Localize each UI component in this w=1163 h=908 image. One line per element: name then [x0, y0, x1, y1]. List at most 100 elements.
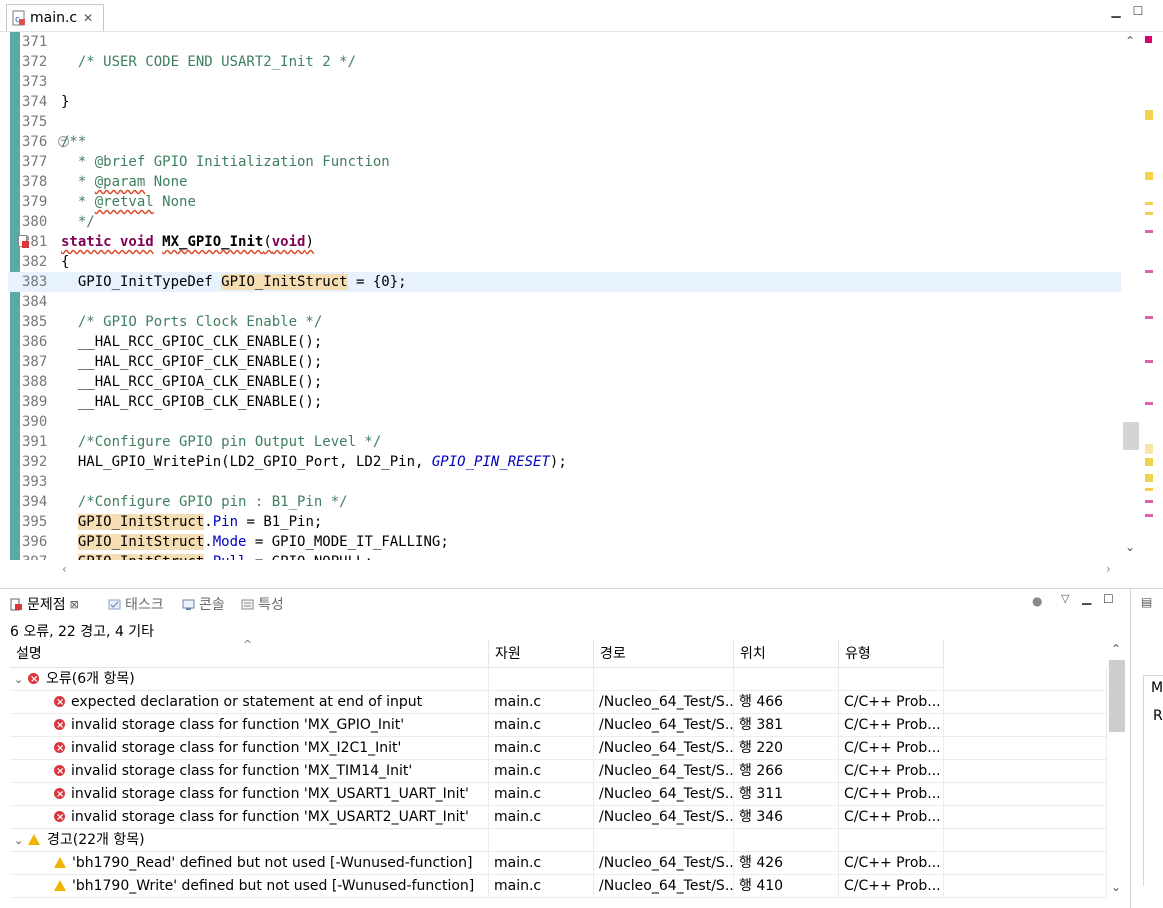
code-line[interactable]: 391 /*Configure GPIO pin Output Level */	[8, 432, 1121, 452]
problem-loc-cell: 행 426	[734, 852, 839, 875]
code-line[interactable]: 383 GPIO_InitTypeDef GPIO_InitStruct = {…	[8, 272, 1121, 292]
code-line[interactable]: 386 __HAL_RCC_GPIOC_CLK_ENABLE();	[8, 332, 1121, 352]
chevron-down-icon[interactable]: ⌄	[14, 668, 28, 690]
code-area[interactable]: 371 372 /* USER CODE END USART2_Init 2 */…	[8, 32, 1121, 560]
code-line[interactable]: 377 * @brief GPIO Initialization Functio…	[8, 152, 1121, 172]
overview-ruler[interactable]	[1141, 32, 1155, 558]
filter-icon[interactable]: ●	[1032, 594, 1042, 608]
code-line[interactable]: 394 /*Configure GPIO pin : B1_Pin */	[8, 492, 1121, 512]
code-line[interactable]: 372 /* USER CODE END USART2_Init 2 */	[8, 52, 1121, 72]
chevron-down-icon[interactable]: ⌄	[14, 829, 28, 851]
editor-horizontal-scrollbar[interactable]: ‹ ›	[60, 561, 1121, 581]
close-tab-icon[interactable]: ⊠	[70, 598, 79, 611]
tab-tasks[interactable]: 태스크	[108, 595, 164, 613]
overview-occurrence-marker[interactable]	[1145, 270, 1153, 273]
overview-warning-marker[interactable]	[1145, 488, 1153, 491]
code-token: Pin	[212, 514, 239, 530]
problem-row[interactable]: invalid storage class for function 'MX_I…	[10, 737, 1107, 760]
problem-description-cell: expected declaration or statement at end…	[10, 691, 489, 714]
overview-warning-marker[interactable]	[1145, 202, 1153, 205]
scroll-up-icon[interactable]: ⌃	[1125, 34, 1135, 48]
problem-loc-cell: 행 410	[734, 875, 839, 898]
scroll-down-icon[interactable]: ⌄	[1111, 880, 1121, 894]
overview-warning-marker[interactable]	[1145, 172, 1153, 180]
problem-group-warning[interactable]: ⌄ 경고(22개 항목)	[10, 829, 1107, 852]
empty-cell	[944, 691, 1107, 714]
problem-row[interactable]: expected declaration or statement at end…	[10, 691, 1107, 714]
column-header-path[interactable]: 경로	[594, 640, 734, 668]
overview-occurrence-marker[interactable]	[1145, 500, 1153, 503]
code-line[interactable]: 371	[8, 32, 1121, 52]
code-line[interactable]: 375	[8, 112, 1121, 132]
scroll-thumb[interactable]	[1109, 660, 1125, 732]
problem-description-cell: 'bh1790_Write' defined but not used [-Wu…	[10, 875, 489, 898]
code-line[interactable]: 374}	[8, 92, 1121, 112]
problem-row[interactable]: invalid storage class for function 'MX_G…	[10, 714, 1107, 737]
problems-vertical-scrollbar[interactable]: ⌃ ⌄	[1107, 640, 1127, 900]
scroll-thumb[interactable]	[1123, 422, 1139, 450]
scroll-right-icon[interactable]: ›	[1106, 562, 1111, 576]
overview-occurrence-marker[interactable]	[1145, 230, 1153, 233]
scroll-up-icon[interactable]: ⌃	[1111, 642, 1121, 656]
problem-group-error[interactable]: ⌄ 오류(6개 항목)	[10, 668, 1107, 691]
code-token: */	[61, 214, 95, 230]
problem-row[interactable]: invalid storage class for function 'MX_U…	[10, 783, 1107, 806]
code-line[interactable]: 397 GPIO_InitStruct.Pull = GPIO_NOPULL;	[8, 552, 1121, 560]
code-line[interactable]: 384	[8, 292, 1121, 312]
problem-row[interactable]: invalid storage class for function 'MX_U…	[10, 806, 1107, 829]
overview-warning-marker[interactable]	[1145, 474, 1153, 482]
code-line[interactable]: 389 __HAL_RCC_GPIOB_CLK_ENABLE();	[8, 392, 1121, 412]
overview-warning-marker[interactable]	[1145, 110, 1153, 120]
code-line[interactable]: 392 HAL_GPIO_WritePin(LD2_GPIO_Port, LD2…	[8, 452, 1121, 472]
problem-row[interactable]: 'bh1790_Write' defined but not used [-Wu…	[10, 875, 1107, 898]
error-icon	[54, 760, 65, 782]
editor-tab-main-c[interactable]: c main.c ✕	[6, 4, 104, 31]
code-line[interactable]: 382 {	[8, 252, 1121, 272]
problem-row[interactable]: 'bh1790_Read' defined but not used [-Wun…	[10, 852, 1107, 875]
close-tab-icon[interactable]: ✕	[83, 11, 93, 25]
column-header-location[interactable]: 위치	[734, 640, 839, 668]
tab-properties[interactable]: 특성	[241, 595, 284, 613]
code-line[interactable]: 393	[8, 472, 1121, 492]
overview-warning-marker[interactable]	[1145, 458, 1153, 466]
overview-occurrence-marker[interactable]	[1145, 514, 1153, 517]
code-line[interactable]: 385 /* GPIO Ports Clock Enable */	[8, 312, 1121, 332]
outline-icon[interactable]: ▤	[1141, 595, 1152, 609]
scroll-down-icon[interactable]: ⌄	[1125, 540, 1135, 554]
code-line[interactable]: 387 __HAL_RCC_GPIOF_CLK_ENABLE();	[8, 352, 1121, 372]
code-line[interactable]: 381 static void MX_GPIO_Init(void)	[8, 232, 1121, 252]
tab-console[interactable]: 콘솔	[182, 595, 225, 613]
tab-label: 콘솔	[199, 597, 225, 613]
code-line[interactable]: 390	[8, 412, 1121, 432]
overview-error-marker[interactable]	[1145, 36, 1152, 43]
column-header-type[interactable]: 유형	[839, 640, 944, 668]
overview-warning-marker[interactable]	[1145, 212, 1153, 215]
code-line[interactable]: 395 GPIO_InitStruct.Pin = B1_Pin;	[8, 512, 1121, 532]
code-line[interactable]: 380 */	[8, 212, 1121, 232]
code-line[interactable]: 376−/**	[8, 132, 1121, 152]
minimize-icon[interactable]: ▁	[1082, 591, 1091, 605]
code-line[interactable]: 396 GPIO_InitStruct.Mode = GPIO_MODE_IT_…	[8, 532, 1121, 552]
code-line[interactable]: 378 * @param None	[8, 172, 1121, 192]
maximize-icon[interactable]: ☐	[1103, 592, 1114, 606]
view-menu-icon[interactable]: ▽	[1061, 592, 1069, 605]
editor-vertical-scrollbar[interactable]: ⌃ ⌄	[1121, 32, 1141, 558]
code-line[interactable]: 373	[8, 72, 1121, 92]
overview-occurrence-marker[interactable]	[1145, 402, 1153, 405]
minimize-icon[interactable]: ▁	[1108, 4, 1124, 18]
line-number: 394	[22, 494, 48, 510]
overview-occurrence-marker[interactable]	[1145, 316, 1153, 319]
tab-problems[interactable]: 문제점 ⊠	[10, 595, 79, 613]
maximize-icon[interactable]: ☐	[1130, 4, 1146, 18]
overview-occurrence-marker[interactable]	[1145, 360, 1153, 363]
scroll-left-icon[interactable]: ‹	[62, 562, 67, 576]
code-line[interactable]: 379 * @retval None	[8, 192, 1121, 212]
code-line[interactable]: 388 __HAL_RCC_GPIOA_CLK_ENABLE();	[8, 372, 1121, 392]
problem-row[interactable]: invalid storage class for function 'MX_T…	[10, 760, 1107, 783]
sort-ascending-icon: ^	[243, 640, 253, 651]
column-header-description[interactable]: 설명 ^	[10, 640, 489, 668]
column-header-resource[interactable]: 자원	[489, 640, 594, 668]
code-token: .	[204, 554, 212, 560]
overview-warning-marker[interactable]	[1145, 444, 1153, 454]
error-marker-icon[interactable]	[18, 235, 29, 248]
